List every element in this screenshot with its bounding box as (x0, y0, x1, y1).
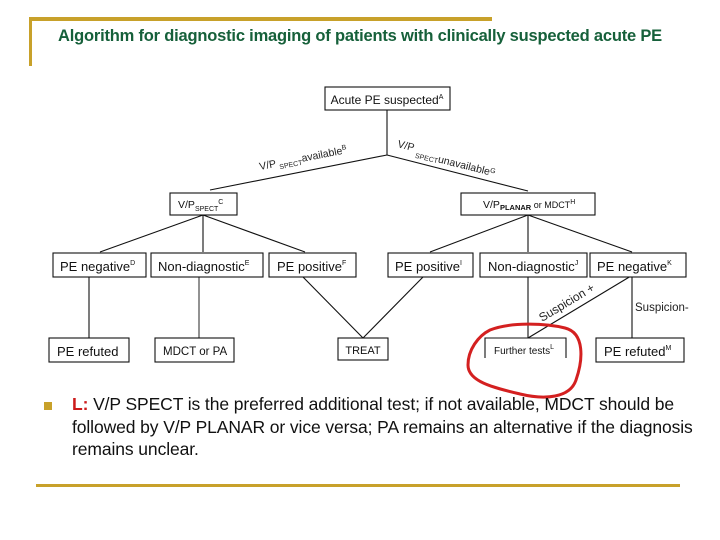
svg-text:V/P SPECTavailableB: V/P SPECTavailableB (258, 144, 348, 175)
edge-label-spect-unavailable: V/P SPECTunavailableG (395, 138, 498, 179)
edge-positive-treat-left (301, 275, 364, 339)
node-vp-planar-or-mdct: V/PPLANAR or MDCTH (460, 192, 596, 216)
node-vp-spect: V/PSPECTC (169, 192, 238, 216)
footnote-text: V/P SPECT is the preferred additional te… (72, 394, 693, 459)
svg-text:PE positiveI: PE positiveI (395, 259, 462, 274)
node-treat: TREAT (337, 337, 389, 361)
edge-label-suspicion-minus: Suspicion- (635, 302, 689, 314)
svg-text:Further testsL: Further testsL (494, 344, 554, 357)
svg-text:V/P SPECTunavailableG: V/P SPECTunavailableG (395, 138, 498, 179)
node-pe-negative-right: PE negativeK (589, 252, 687, 278)
edge-spect-negative (99, 214, 204, 253)
svg-text:PE positiveF: PE positiveF (277, 259, 346, 274)
bottom-rule (36, 484, 680, 487)
svg-text:PE negativeK: PE negativeK (597, 259, 672, 274)
edge-suspicion-plus (527, 275, 632, 339)
edge-spect-positive (202, 214, 306, 253)
node-acute-pe-suspected: Acute PE suspectedA (324, 86, 451, 111)
node-further-tests: Further testsL (484, 337, 567, 358)
svg-text:TREAT: TREAT (345, 345, 381, 357)
svg-text:MDCT or PA: MDCT or PA (163, 346, 227, 358)
bullet-marker (44, 402, 52, 410)
node-pe-positive-left: PE positiveF (268, 252, 357, 278)
node-pe-refuted-left: PE refuted (48, 337, 130, 363)
edge-positive-treat-right (362, 275, 425, 339)
edge-planar-negative (527, 214, 633, 253)
svg-text:Non-diagnosticE: Non-diagnosticE (158, 259, 250, 274)
svg-text:Acute PE suspectedA: Acute PE suspectedA (331, 93, 444, 107)
node-non-diagnostic-left: Non-diagnosticE (150, 252, 264, 278)
svg-text:Non-diagnosticJ: Non-diagnosticJ (488, 259, 578, 274)
footnote-key: L: (72, 394, 89, 414)
edge-planar-positive (429, 214, 529, 253)
pe-algorithm-diagram: V/P SPECTavailableB V/P SPECTunavailable… (48, 86, 689, 399)
node-non-diagnostic-right: Non-diagnosticJ (479, 252, 588, 278)
node-pe-positive-right: PE positiveI (387, 252, 474, 278)
svg-text:PE negativeD: PE negativeD (60, 259, 135, 274)
footnote-l: L: V/P SPECT is the preferred additional… (72, 393, 712, 461)
node-pe-negative-left: PE negativeD (52, 252, 147, 278)
red-circle-annotation (466, 322, 583, 399)
edge-label-spect-available: V/P SPECTavailableB (258, 144, 348, 175)
node-pe-refuted-right: PE refutedM (595, 337, 685, 363)
svg-text:PE refutedM: PE refutedM (604, 344, 671, 359)
svg-text:PE refuted: PE refuted (57, 344, 118, 359)
node-mdct-or-pa: MDCT or PA (154, 337, 235, 363)
